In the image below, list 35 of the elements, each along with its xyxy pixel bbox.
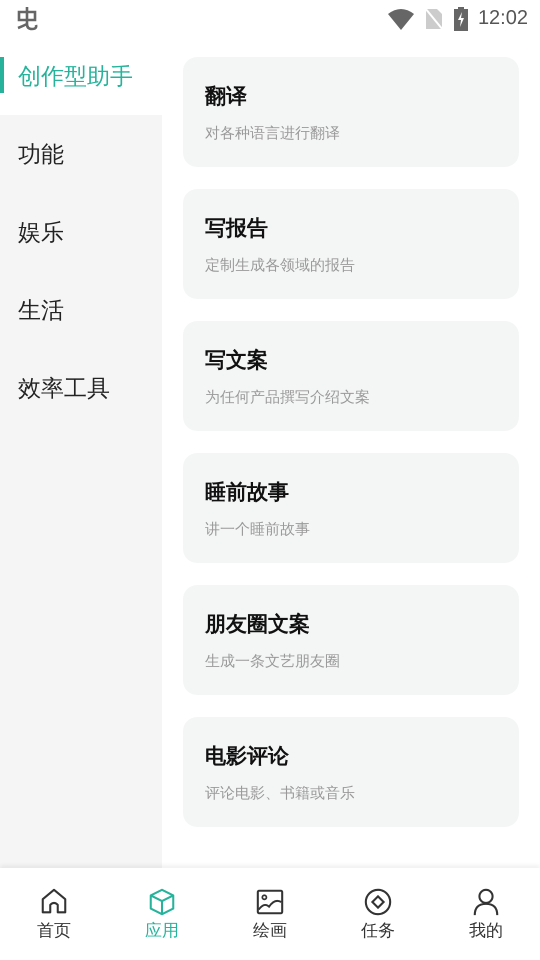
feature-card[interactable]: 写报告 定制生成各领域的报告 [183, 189, 519, 299]
nav-tab[interactable]: 绘画 [216, 868, 324, 960]
nav-tab[interactable]: 我的 [432, 868, 540, 960]
card-title: 朋友圈文案 [205, 610, 311, 638]
card-title: 写文案 [205, 346, 269, 374]
card-subtitle: 为任何产品撰写介绍文案 [205, 388, 371, 406]
feature-card[interactable]: 睡前故事 讲一个睡前故事 [183, 453, 519, 563]
card-title: 睡前故事 [205, 478, 290, 506]
card-subtitle: 评论电影、书籍或音乐 [205, 784, 356, 802]
sidebar-item[interactable]: 娱乐 [0, 193, 162, 271]
status-time: 12:02 [478, 7, 528, 30]
nav-tab[interactable]: 首页 [0, 868, 108, 960]
card-subtitle: 讲一个睡前故事 [205, 520, 311, 538]
no-sim-icon [424, 6, 444, 30]
sidebar-item[interactable]: 生活 [0, 271, 162, 349]
feature-card[interactable]: 写文案 为任何产品撰写介绍文案 [183, 321, 519, 431]
card-title: 电影评论 [205, 742, 290, 770]
sidebar-item[interactable]: 效率工具 [0, 349, 162, 427]
feature-card[interactable]: 电影评论 评论电影、书籍或音乐 [183, 717, 519, 827]
card-title: 写报告 [205, 214, 269, 242]
person-icon [471, 886, 501, 916]
feature-card[interactable]: 朋友圈文案 生成一条文艺朋友圈 [183, 585, 519, 695]
feature-card[interactable]: 翻译 对各种语言进行翻译 [183, 57, 519, 167]
diamond-circle-icon [363, 886, 393, 916]
battery-icon [454, 6, 468, 30]
nav-tab[interactable]: 任务 [324, 868, 432, 960]
card-title: 翻译 [205, 82, 248, 110]
card-subtitle: 生成一条文艺朋友圈 [205, 652, 341, 670]
sidebar-item[interactable]: 功能 [0, 115, 162, 193]
card-subtitle: 对各种语言进行翻译 [205, 124, 341, 142]
cube-icon [147, 886, 177, 916]
card-subtitle: 定制生成各领域的报告 [205, 256, 356, 274]
home-icon [39, 886, 69, 916]
image-icon [255, 886, 285, 916]
wifi-icon [388, 8, 414, 30]
